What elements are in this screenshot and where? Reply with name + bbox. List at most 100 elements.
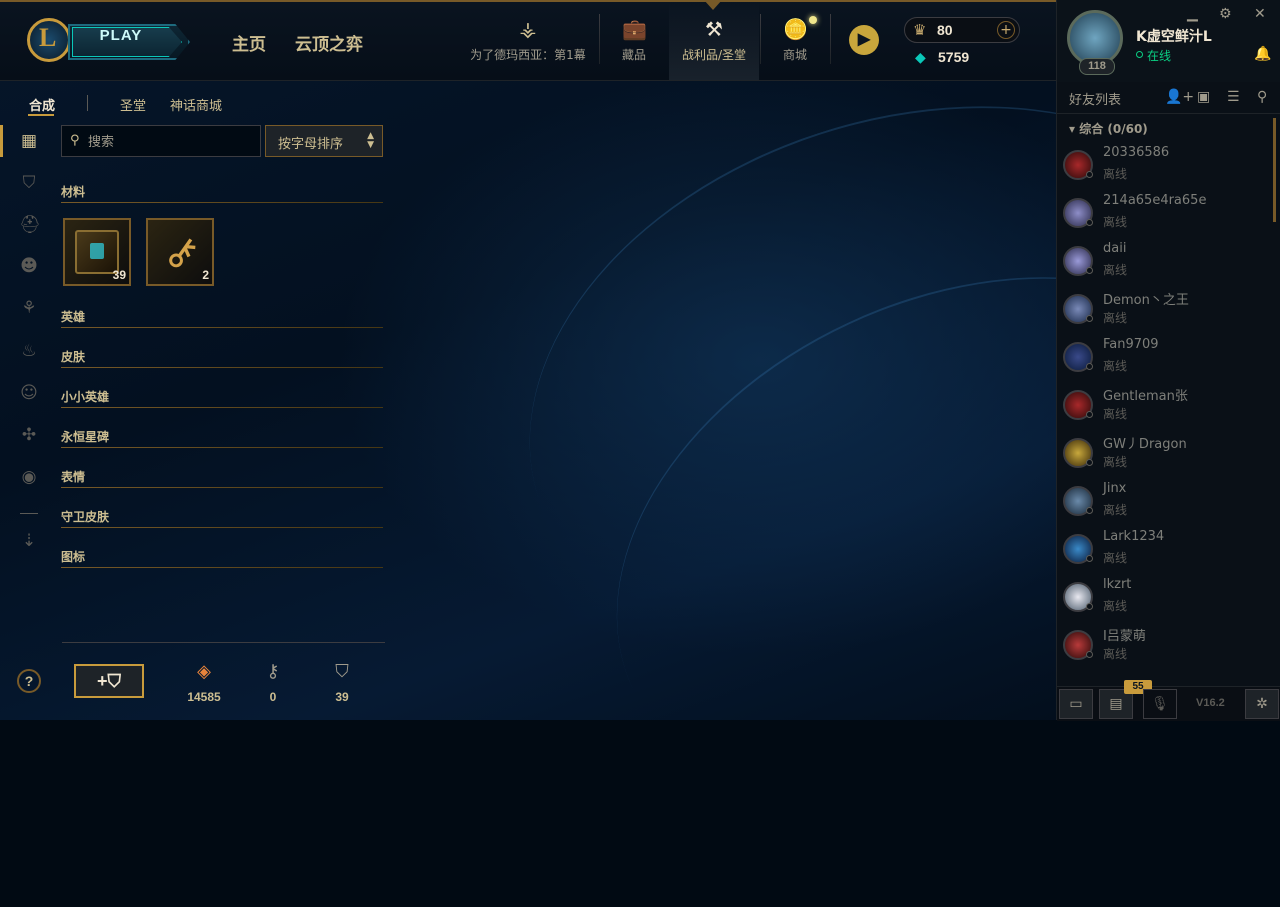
offline-status-icon xyxy=(1086,651,1093,658)
chest-icon: ⛉ xyxy=(335,661,349,682)
nav-event-pass[interactable]: ⚶ 为了德玛西亚：第1幕 xyxy=(468,14,588,80)
category-emotes[interactable]: 表情 xyxy=(61,468,85,485)
filter-other-icon[interactable]: ⇣ xyxy=(19,531,39,551)
loot-item-count: 39 xyxy=(112,268,126,282)
offline-status-icon xyxy=(1086,603,1093,610)
filter-little-legend-icon[interactable]: ⚘ xyxy=(19,298,39,318)
nav-loot[interactable]: ⚒ 战利品/圣堂 xyxy=(673,14,755,80)
loot-item-chest[interactable]: 39 xyxy=(63,218,131,286)
friend-name: daii xyxy=(1103,241,1127,256)
filter-chest-icon[interactable]: ⛉ xyxy=(19,173,39,193)
friend-row[interactable]: Lark1234 离线 xyxy=(1063,528,1263,574)
friend-name: I吕蒙萌 xyxy=(1103,629,1146,644)
friend-row[interactable]: daii 离线 xyxy=(1063,240,1263,286)
client-version: V16.2 xyxy=(1196,697,1225,709)
friend-row[interactable]: 20336586 离线 xyxy=(1063,144,1263,190)
settings-gear-icon[interactable]: ⚙ xyxy=(1219,6,1232,22)
key-fragment-value: 0 xyxy=(269,690,277,704)
chat-icon[interactable]: ▭ xyxy=(1059,689,1093,719)
tab-divider xyxy=(87,95,88,111)
nav-collection-label: 藏品 xyxy=(621,48,646,62)
tab-active-underline xyxy=(28,114,54,116)
summoner-status[interactable]: 在线 xyxy=(1147,47,1171,64)
search-icon[interactable]: ⚲ xyxy=(1257,89,1267,105)
buy-rp-button[interactable]: + xyxy=(997,21,1015,39)
pass-icon: ⚶ xyxy=(519,17,537,41)
voice-mic-icon[interactable]: 🎙 xyxy=(1143,689,1177,719)
rp-balance: ♛ 80 + xyxy=(904,17,1020,43)
blue-essence-value: 5759 xyxy=(938,49,970,65)
friends-scrollbar[interactable] xyxy=(1273,118,1276,222)
bottom-divider xyxy=(62,642,385,643)
category-icons[interactable]: 图标 xyxy=(61,548,85,565)
friend-name: lkzrt xyxy=(1103,577,1132,592)
friend-row[interactable]: Demon丶之王 离线 xyxy=(1063,288,1263,334)
friend-status: 离线 xyxy=(1103,647,1128,661)
sort-dropdown[interactable]: 按字母排序 ▲ ▼ xyxy=(265,125,383,157)
lol-logo-icon[interactable]: L xyxy=(27,18,71,62)
loot-item-key[interactable]: ⚷ 2 xyxy=(146,218,214,286)
add-folder-icon[interactable]: ▣ xyxy=(1197,89,1210,105)
nav-loot-label: 战利品/圣堂 xyxy=(681,48,747,62)
friend-status: 离线 xyxy=(1103,503,1128,517)
friend-row[interactable]: Jinx 离线 xyxy=(1063,480,1263,526)
category-eternals[interactable]: 永恒星碑 xyxy=(61,428,109,445)
friend-status: 离线 xyxy=(1103,551,1128,565)
tab-crafting[interactable]: 合成 xyxy=(29,95,55,114)
filter-totem-icon[interactable]: ♨ xyxy=(19,341,39,361)
blue-essence-icon: ◆ xyxy=(915,50,926,66)
nav-home[interactable]: 主页 xyxy=(232,30,266,55)
friend-status: 离线 xyxy=(1103,167,1128,181)
play-button-label[interactable]: PLAY xyxy=(72,27,170,57)
help-icon[interactable]: ? xyxy=(17,669,41,693)
category-ward-skins[interactable]: 守卫皮肤 xyxy=(61,508,109,525)
friend-name: Jinx xyxy=(1103,481,1127,496)
friend-row[interactable]: lkzrt 离线 xyxy=(1063,576,1263,622)
friend-status: 离线 xyxy=(1103,599,1128,613)
notification-bell-icon[interactable]: 🔔 xyxy=(1254,46,1271,62)
friend-row[interactable]: Gentleman张 离线 xyxy=(1063,384,1263,430)
offline-status-icon xyxy=(1086,363,1093,370)
event-orb-icon[interactable]: ▶ xyxy=(849,25,879,55)
search-input[interactable] xyxy=(86,130,250,154)
list-sort-icon[interactable]: ☰ xyxy=(1227,89,1240,105)
friend-name: Gentleman张 xyxy=(1103,389,1188,404)
tab-mythic-shop[interactable]: 神话商城 xyxy=(170,95,222,114)
orange-essence-icon: ◈ xyxy=(197,661,211,682)
category-divider xyxy=(61,367,383,368)
summoner-name[interactable]: K虚空鲜汁L xyxy=(1136,26,1212,46)
nav-tft[interactable]: 云顶之弈 xyxy=(295,30,363,55)
category-divider xyxy=(61,527,383,528)
loot-search[interactable]: ⚲ xyxy=(61,125,261,157)
friend-status: 离线 xyxy=(1103,263,1128,277)
store-notification-dot xyxy=(809,16,817,24)
nav-collection[interactable]: 💼 藏品 xyxy=(609,14,659,80)
friends-list-title: 好友列表 xyxy=(1069,93,1122,108)
friend-row[interactable]: Fan9709 离线 xyxy=(1063,336,1263,382)
filter-divider xyxy=(20,513,38,514)
friend-row[interactable]: 214a65e4ra65e 离线 xyxy=(1063,192,1263,238)
category-champions[interactable]: 英雄 xyxy=(61,308,85,325)
tab-sanctum[interactable]: 圣堂 xyxy=(120,95,146,114)
filter-all-grid-icon[interactable]: ▦ xyxy=(19,131,39,151)
friend-row[interactable]: I吕蒙萌离线 xyxy=(1063,624,1263,670)
nav-event-pass-label: 为了德玛西亚：第1幕 xyxy=(470,48,586,62)
add-friend-icon[interactable]: 👤+ xyxy=(1165,89,1194,105)
category-divider xyxy=(61,447,383,448)
category-little-legends[interactable]: 小小英雄 xyxy=(61,388,109,405)
minimize-icon[interactable]: ▁ xyxy=(1187,6,1198,22)
bug-report-icon[interactable]: ✲ xyxy=(1245,689,1279,719)
close-icon[interactable]: ✕ xyxy=(1254,6,1266,22)
filter-champion-helmet-icon[interactable]: ⛑ xyxy=(19,215,41,235)
filter-ward-icon[interactable]: ✣ xyxy=(19,425,39,445)
nav-divider xyxy=(760,14,761,64)
store-icon: 🪙 xyxy=(783,17,808,41)
category-skins[interactable]: 皮肤 xyxy=(61,348,85,365)
filter-profile-icon[interactable]: ◉ xyxy=(19,467,39,487)
friend-name: Lark1234 xyxy=(1103,529,1165,544)
add-chest-button[interactable]: +⛉ xyxy=(74,664,144,698)
filter-emote-icon[interactable]: ☺ xyxy=(19,383,39,403)
filter-skin-mask-icon[interactable]: ☻ xyxy=(19,256,39,276)
friend-group-header[interactable]: ▾ 综合 (0/60) xyxy=(1069,120,1148,137)
friend-row[interactable]: GW丿Dragon 离线 xyxy=(1063,432,1263,478)
